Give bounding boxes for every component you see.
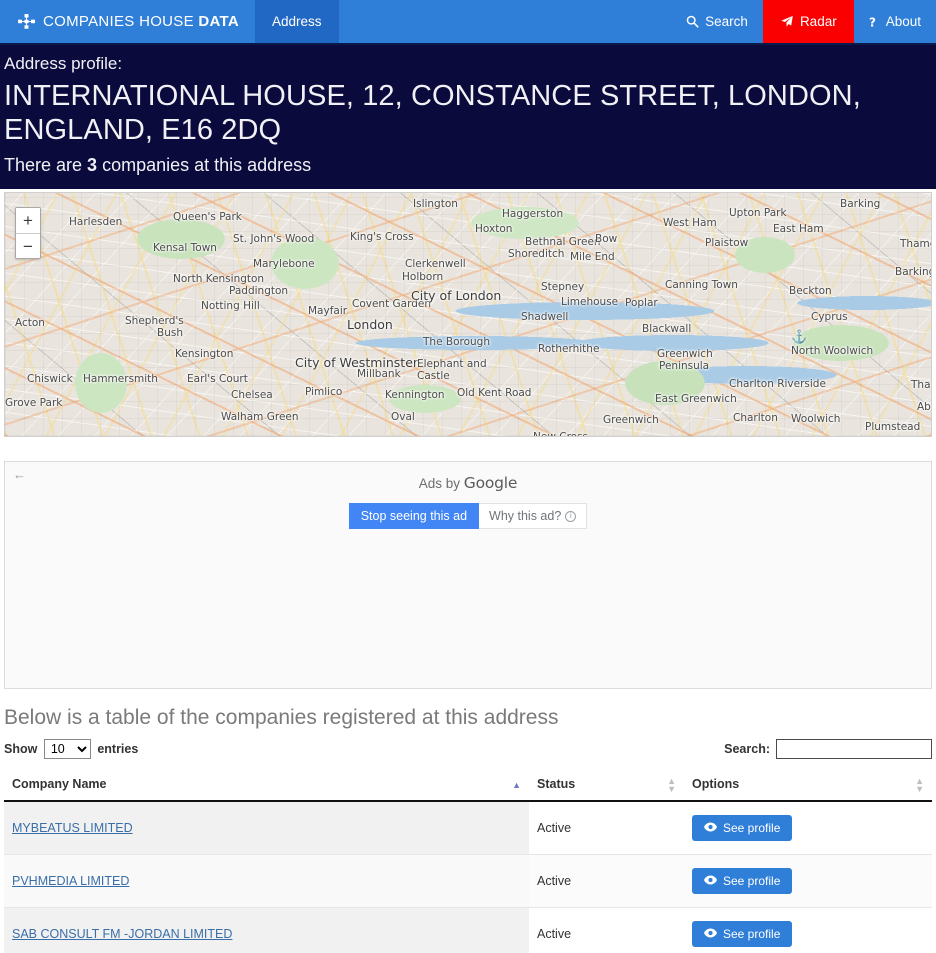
cell-status: Active bbox=[529, 854, 684, 908]
column-header-company-name[interactable]: Company Name ▲ bbox=[4, 769, 529, 802]
map-zoom-in-button[interactable]: + bbox=[16, 208, 40, 233]
ads-by-google-label: Ads by Google bbox=[418, 474, 518, 492]
address-profile-header: Address profile: INTERNATIONAL HOUSE, 12… bbox=[0, 45, 936, 189]
search-label: Search: bbox=[724, 742, 770, 756]
eye-icon bbox=[704, 927, 717, 941]
main-navbar: COMPANIES HOUSE DATA Address Search Rada… bbox=[0, 0, 936, 45]
table-search-control: Search: bbox=[724, 739, 932, 759]
cell-options: See profile bbox=[684, 907, 932, 953]
map-zoom-out-button[interactable]: − bbox=[16, 233, 40, 258]
svg-text:?: ? bbox=[869, 15, 876, 29]
nav-link-radar-label: Radar bbox=[799, 14, 837, 29]
see-profile-label: See profile bbox=[723, 821, 781, 835]
cell-company-name: PVHMEDIA LIMITED bbox=[4, 854, 529, 908]
navbar-right-links: Search Radar ? About bbox=[671, 0, 936, 43]
column-header-status[interactable]: Status ▲ ▼ bbox=[529, 769, 684, 802]
companies-table: Company Name ▲ Status ▲ ▼ Options ▲ ▼ MYBE… bbox=[4, 769, 932, 953]
table-row: SAB CONSULT FM -JORDAN LIMITED Active See … bbox=[4, 907, 932, 953]
navbar-spacer bbox=[339, 0, 672, 43]
company-name-link[interactable]: SAB CONSULT FM -JORDAN LIMITED bbox=[12, 927, 232, 941]
cell-company-name: MYBEATUS LIMITED bbox=[4, 801, 529, 855]
why-this-ad-label: Why this ad? bbox=[489, 509, 562, 523]
map-zoom-controls: + − bbox=[15, 207, 41, 259]
cell-options: See profile bbox=[684, 801, 932, 855]
map-location-marker[interactable]: ⚓ bbox=[791, 329, 807, 345]
entries-label: entries bbox=[97, 742, 139, 756]
company-count-line: There are 3 companies at this address bbox=[4, 155, 312, 175]
map-tiles[interactable] bbox=[5, 193, 931, 436]
cell-company-name: SAB CONSULT FM -JORDAN LIMITED bbox=[4, 907, 529, 953]
nav-link-search[interactable]: Search bbox=[671, 0, 763, 43]
see-profile-button[interactable]: See profile bbox=[692, 868, 793, 894]
stop-seeing-this-ad-button[interactable]: Stop seeing this ad bbox=[348, 503, 480, 529]
sort-arrow-icon: ▲ ▼ bbox=[667, 775, 676, 794]
address-map[interactable]: Harlesden Queen's Park St. John's Wood Kens… bbox=[4, 192, 932, 437]
table-row: MYBEATUS LIMITED Active See profile bbox=[4, 801, 932, 855]
ad-action-buttons: Stop seeing this ad Why this ad? i bbox=[5, 503, 931, 529]
page-length-control: Show 102550100 entries bbox=[4, 739, 138, 759]
sitemap-icon bbox=[18, 14, 35, 29]
google-ad-container: ← Ads by Google Stop seeing this ad Why … bbox=[4, 461, 932, 689]
company-name-link[interactable]: PVHMEDIA LIMITED bbox=[12, 874, 129, 888]
nav-link-about-label: About bbox=[885, 14, 921, 29]
why-this-ad-button[interactable]: Why this ad? i bbox=[479, 503, 588, 529]
table-controls: Show 102550100 entries Search: bbox=[4, 739, 932, 759]
company-count-value: 3 bbox=[87, 155, 98, 175]
page-length-select[interactable]: 102550100 bbox=[43, 739, 91, 759]
see-profile-button[interactable]: See profile bbox=[692, 921, 793, 947]
ad-back-arrow-icon[interactable]: ← bbox=[13, 468, 26, 482]
cell-status: Active bbox=[529, 801, 684, 855]
question-mark-icon: ? bbox=[869, 15, 880, 29]
cell-options: See profile bbox=[684, 854, 932, 908]
cell-status: Active bbox=[529, 907, 684, 953]
eye-icon bbox=[704, 874, 717, 888]
nav-tab-address[interactable]: Address bbox=[255, 0, 339, 43]
nav-link-search-label: Search bbox=[705, 14, 748, 29]
table-row: PVHMEDIA LIMITED Active See profile bbox=[4, 854, 932, 908]
nav-link-about[interactable]: ? About bbox=[854, 0, 936, 43]
eye-icon bbox=[704, 821, 717, 835]
header-eyebrow: Address profile: bbox=[4, 54, 123, 73]
google-wordmark: Google bbox=[463, 474, 518, 492]
sort-arrow-icon: ▲ bbox=[512, 779, 521, 790]
see-profile-label: See profile bbox=[723, 874, 781, 888]
table-section-title: Below is a table of the companies regist… bbox=[4, 706, 559, 729]
brand-logo-link[interactable]: COMPANIES HOUSE DATA bbox=[0, 0, 255, 43]
paper-plane-icon bbox=[780, 15, 794, 28]
sort-arrow-icon: ▲ ▼ bbox=[915, 775, 924, 794]
show-label: Show bbox=[4, 742, 38, 756]
companies-table-body: MYBEATUS LIMITED Active See profile PVHMEDI… bbox=[4, 801, 932, 953]
see-profile-button[interactable]: See profile bbox=[692, 815, 793, 841]
company-name-link[interactable]: MYBEATUS LIMITED bbox=[12, 821, 133, 835]
column-header-options[interactable]: Options ▲ ▼ bbox=[684, 769, 932, 802]
nav-link-radar[interactable]: Radar bbox=[762, 0, 854, 43]
see-profile-label: See profile bbox=[723, 927, 781, 941]
page-title: INTERNATIONAL HOUSE, 12, CONSTANCE STREE… bbox=[4, 80, 861, 146]
companies-table-head: Company Name ▲ Status ▲ ▼ Options ▲ ▼ bbox=[4, 769, 932, 802]
table-header-row: Company Name ▲ Status ▲ ▼ Options ▲ ▼ bbox=[4, 769, 932, 802]
search-icon bbox=[686, 15, 699, 28]
table-search-input[interactable] bbox=[776, 739, 932, 759]
info-icon: i bbox=[565, 510, 577, 522]
companies-table-section: Below is a table of the companies regist… bbox=[0, 705, 936, 953]
brand-label: COMPANIES HOUSE DATA bbox=[43, 13, 240, 30]
